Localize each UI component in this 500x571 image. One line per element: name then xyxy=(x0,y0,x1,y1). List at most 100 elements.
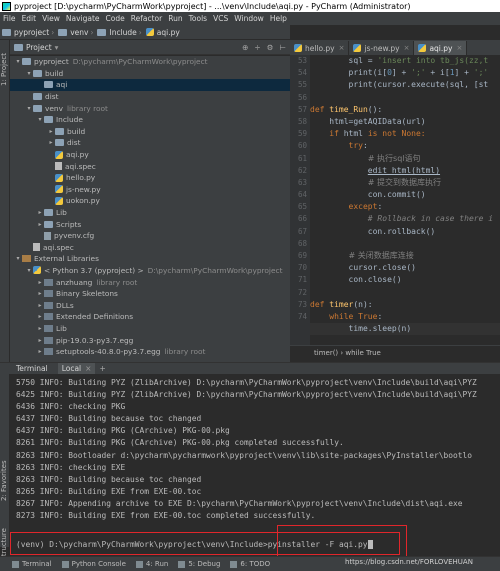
terminal-line: 8263 INFO: checking EXE xyxy=(16,462,126,472)
tree-item[interactable]: pyvenv.cfg xyxy=(10,230,290,242)
code-breadcrumb[interactable]: timer() › while True xyxy=(290,345,500,359)
chevron-right-icon[interactable]: ▸ xyxy=(36,337,44,344)
code-line: except: xyxy=(310,201,500,213)
chevron-down-icon[interactable]: ▾ xyxy=(14,255,22,262)
terminal-tab-local[interactable]: Local × xyxy=(57,362,96,375)
menu-vcs[interactable]: VCS xyxy=(210,14,231,23)
code-token: print(i[ xyxy=(310,68,388,78)
tree-item[interactable]: ▾ External Libraries xyxy=(10,253,290,265)
breadcrumb-pyproject[interactable]: pyproject › xyxy=(2,28,56,37)
editor-tab[interactable]: hello.py × xyxy=(290,41,350,55)
add-icon[interactable]: + xyxy=(99,364,105,373)
tool-tab-favorites[interactable]: 2: Favorites xyxy=(0,450,10,512)
menu-navigate[interactable]: Navigate xyxy=(63,14,103,23)
breadcrumb-aqi-py[interactable]: aqi.py xyxy=(145,28,180,37)
tree-item-label: aqi.py xyxy=(66,150,89,160)
menu-tools[interactable]: Tools xyxy=(186,14,210,23)
status-tab-5-debug[interactable]: 5: Debug xyxy=(178,560,220,568)
chevron-right-icon[interactable]: ▸ xyxy=(36,302,44,309)
tree-item[interactable]: ▾ venv library root xyxy=(10,102,290,114)
status-tab-6-todo[interactable]: 6: TODO xyxy=(230,560,270,568)
chevron-down-icon[interactable]: ▾ xyxy=(14,58,22,65)
chevron-right-icon[interactable]: ▸ xyxy=(47,128,55,135)
tree-item[interactable]: ▸ Lib xyxy=(10,207,290,219)
tree-item-label: < Python 3.7 (pyproject) > xyxy=(44,265,144,275)
folder-icon xyxy=(33,104,42,112)
status-tab-terminal[interactable]: Terminal xyxy=(12,560,52,568)
menu-file[interactable]: File xyxy=(0,14,19,23)
tree-item[interactable]: ▸ anzhuang library root xyxy=(10,276,290,288)
menu-help[interactable]: Help xyxy=(267,14,290,23)
menu-refactor[interactable]: Refactor xyxy=(128,14,165,23)
close-icon[interactable]: × xyxy=(339,44,345,52)
tree-item[interactable]: aqi.py xyxy=(10,149,290,161)
project-panel-title[interactable]: Project xyxy=(26,43,52,52)
chevron-right-icon[interactable]: ▸ xyxy=(36,348,44,355)
tree-item[interactable]: hello.py xyxy=(10,172,290,184)
chevron-down-icon[interactable]: ▾ xyxy=(25,70,33,77)
target-icon[interactable]: ⊕ xyxy=(242,43,248,52)
terminal-line: 8263 INFO: Bootloader d:\pycharm\pycharm… xyxy=(16,450,473,460)
menu-run[interactable]: Run xyxy=(165,14,185,23)
breadcrumb-venv[interactable]: venv › xyxy=(58,28,95,37)
tree-item[interactable]: js-new.py xyxy=(10,184,290,196)
tree-item[interactable]: uokon.py xyxy=(10,195,290,207)
tree-item[interactable]: ▸ Lib xyxy=(10,323,290,335)
tree-item[interactable]: ▸ dist xyxy=(10,137,290,149)
status-tab-python-console[interactable]: Python Console xyxy=(61,560,126,568)
tree-item[interactable]: ▸ setuptools-40.8.0-py3.7.egg library root xyxy=(10,346,290,358)
tree-item[interactable]: ▾ < Python 3.7 (pyproject) > D:\pycharm\Py… xyxy=(10,265,290,277)
chevron-down-icon[interactable]: ▾ xyxy=(55,43,59,52)
code-line: try: xyxy=(310,140,500,152)
collapse-icon[interactable]: ÷ xyxy=(254,43,260,52)
editor-tab[interactable]: aqi.py × xyxy=(414,41,468,55)
tree-item[interactable]: aqi.spec xyxy=(10,160,290,172)
tree-item[interactable]: ▸ pip-19.0.3-py3.7.egg xyxy=(10,334,290,346)
tree-item[interactable]: ▸ build xyxy=(10,126,290,138)
chevron-down-icon[interactable]: ▾ xyxy=(25,105,33,112)
tree-item[interactable]: aqi.spec xyxy=(10,242,290,254)
menu-edit[interactable]: Edit xyxy=(19,14,40,23)
chevron-down-icon[interactable]: ▾ xyxy=(25,267,33,274)
tree-item[interactable]: ▸ DLLs xyxy=(10,299,290,311)
menu-window[interactable]: Window xyxy=(231,14,267,23)
breadcrumb-include[interactable]: Include › xyxy=(97,28,143,37)
chevron-right-icon[interactable]: ▸ xyxy=(36,313,44,320)
editor-tab[interactable]: js-new.py × xyxy=(349,41,415,55)
close-icon[interactable]: × xyxy=(85,364,91,373)
tree-item[interactable]: ▸ Binary Skeletons xyxy=(10,288,290,300)
terminal-line: 8265 INFO: Building EXE from EXE-00.toc xyxy=(16,486,202,496)
terminal-line: 5750 INFO: Building PYZ (ZlibArchive) D:… xyxy=(16,378,477,387)
tree-item-label: aqi xyxy=(56,80,68,90)
code-token: time.sleep(n) xyxy=(310,324,412,334)
chevron-down-icon[interactable]: ▾ xyxy=(36,116,44,123)
tree-item[interactable]: dist xyxy=(10,91,290,103)
chevron-right-icon[interactable]: ▸ xyxy=(36,325,44,332)
terminal-output[interactable]: 5750 INFO: Building PYZ (ZlibArchive) D:… xyxy=(10,374,500,556)
close-icon[interactable]: × xyxy=(456,44,462,52)
project-tree: ▾ pyproject D:\pycharm\PyCharmWork\pyproje… xyxy=(10,56,290,364)
hide-icon[interactable]: ⊢ xyxy=(279,43,286,52)
gear-icon[interactable]: ⚙ xyxy=(267,43,274,52)
tree-item[interactable]: aqi xyxy=(10,79,290,91)
menu-view[interactable]: View xyxy=(39,14,63,23)
terminal-line: 8267 INFO: Appending archive to EXE D:\p… xyxy=(16,498,463,508)
chevron-right-icon[interactable]: ▸ xyxy=(36,209,44,216)
code-editor[interactable]: sql = 'insert into tb_js(zz,t print(i[0]… xyxy=(310,55,500,345)
editor-tabs: hello.py × js-new.py × aqi.py × xyxy=(290,40,500,55)
tree-item[interactable]: ▸ Extended Definitions xyxy=(10,311,290,323)
chevron-right-icon[interactable]: ▸ xyxy=(36,290,44,297)
tree-item[interactable]: ▾ Include xyxy=(10,114,290,126)
tree-item[interactable]: ▸ Scripts xyxy=(10,218,290,230)
line-number: 54 xyxy=(297,68,307,78)
chevron-right-icon[interactable]: ▸ xyxy=(47,139,55,146)
status-tab-4-run[interactable]: 4: Run xyxy=(135,560,168,568)
tree-item[interactable]: ▾ build xyxy=(10,68,290,80)
close-icon[interactable]: × xyxy=(404,44,410,52)
terminal-line: 8263 INFO: Building because toc changed xyxy=(16,474,202,484)
menu-code[interactable]: Code xyxy=(103,14,128,23)
chevron-right-icon[interactable]: ▸ xyxy=(36,221,44,228)
tool-tab-project[interactable]: 1: Project xyxy=(0,44,10,96)
chevron-right-icon[interactable]: ▸ xyxy=(36,279,44,286)
tree-item[interactable]: ▾ pyproject D:\pycharm\PyCharmWork\pyproje… xyxy=(10,56,290,68)
